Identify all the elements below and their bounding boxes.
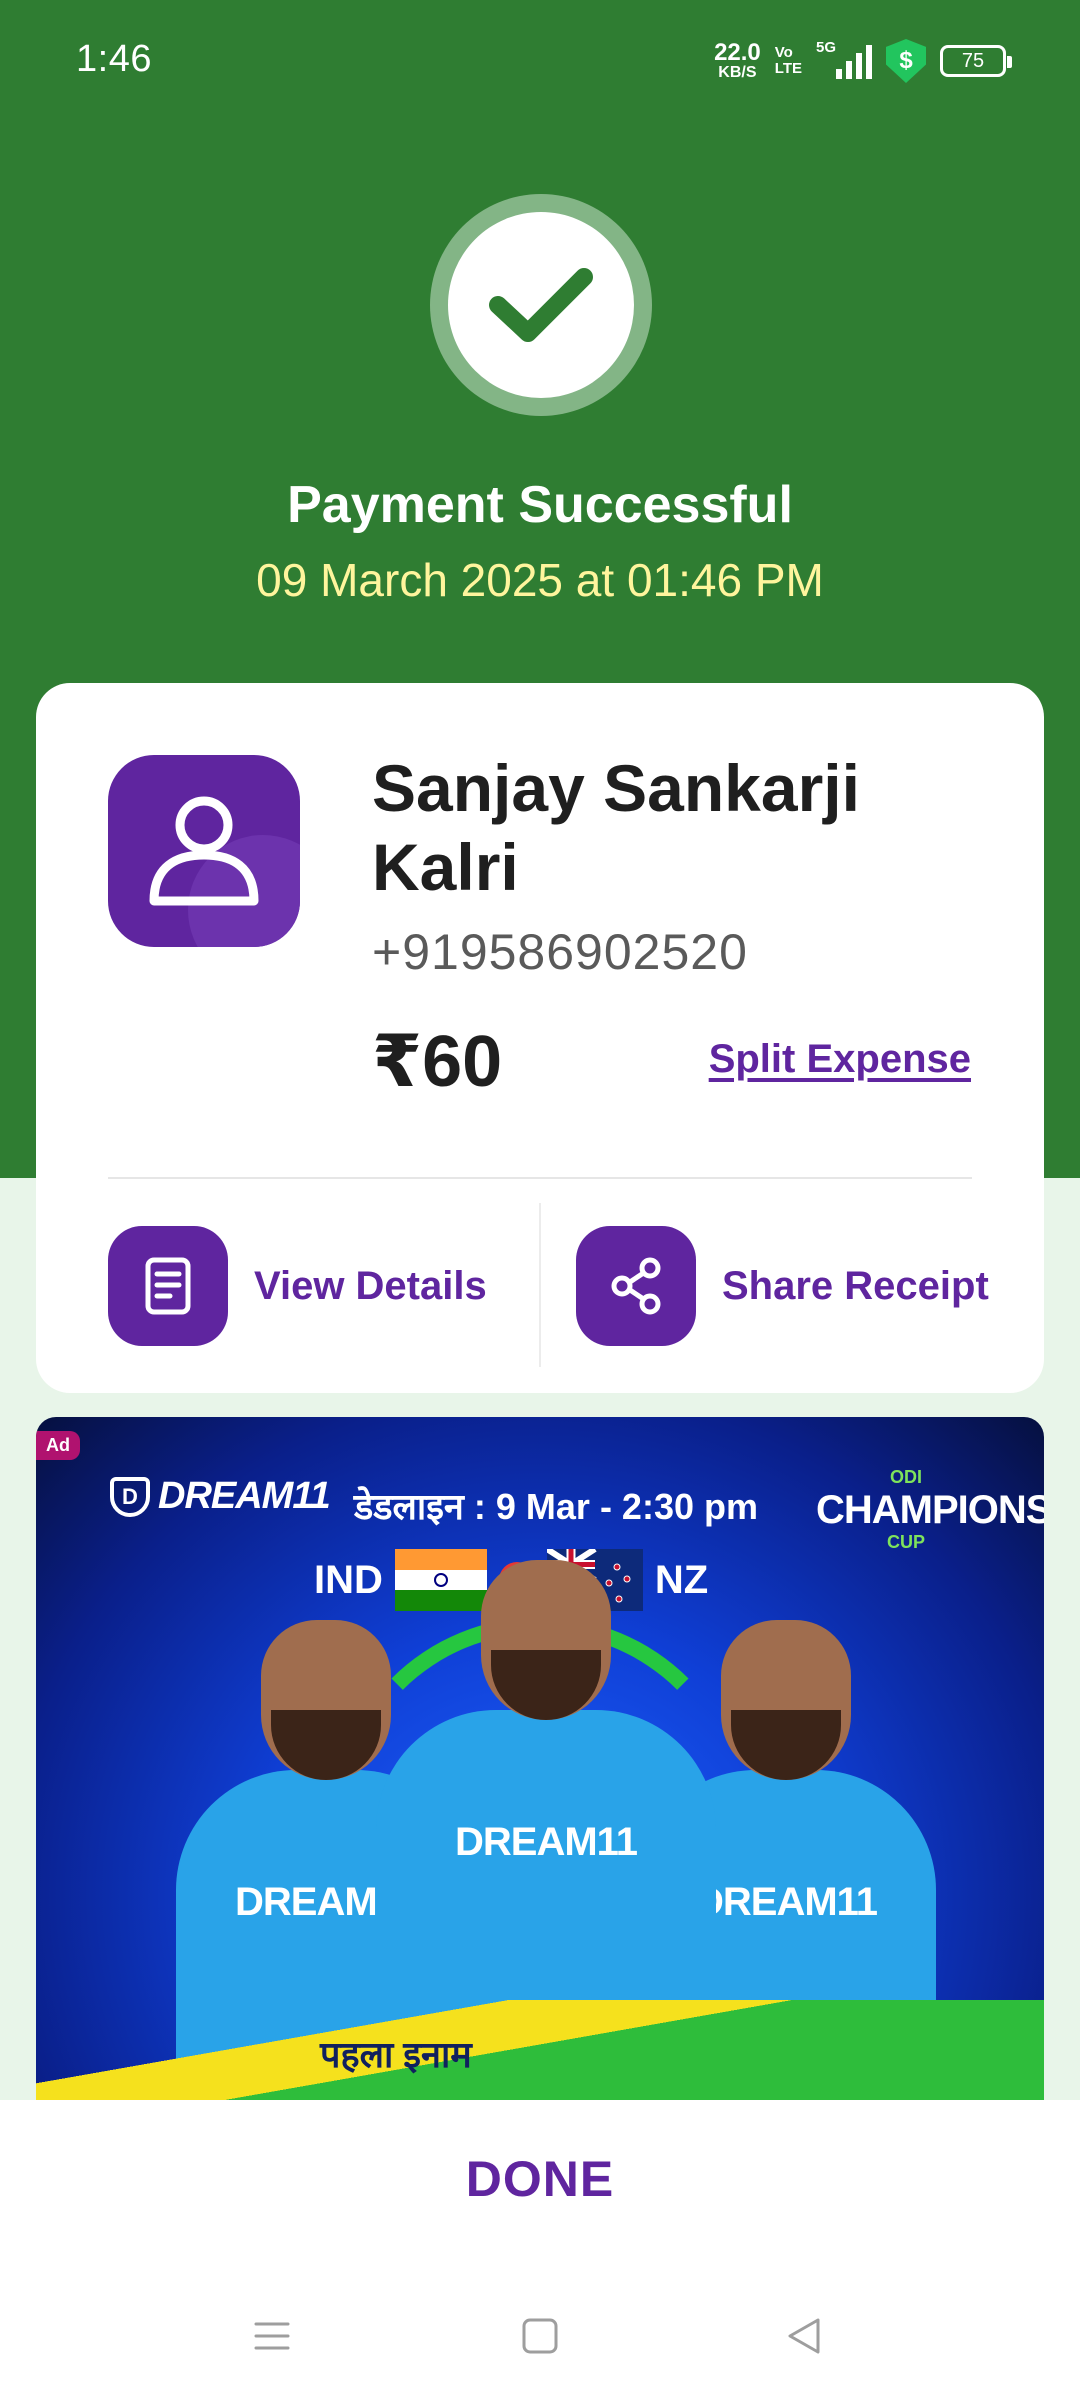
system-nav-bar bbox=[0, 2300, 1080, 2370]
recipient-name: Sanjay Sankarji Kalri bbox=[372, 751, 860, 904]
back-icon[interactable] bbox=[780, 2312, 828, 2360]
bottom-bar: DONE bbox=[0, 2100, 1080, 2400]
share-icon bbox=[611, 1257, 661, 1315]
ad-badge: Ad bbox=[36, 1431, 80, 1460]
payment-datetime: 09 March 2025 at 01:46 PM bbox=[256, 554, 824, 606]
payment-amount: ₹60 bbox=[372, 1022, 503, 1102]
status-time: 1:46 bbox=[76, 38, 152, 80]
share-receipt-button[interactable]: Share Receipt bbox=[576, 1226, 989, 1346]
india-flag-icon bbox=[394, 1549, 487, 1612]
check-icon bbox=[489, 268, 593, 342]
success-badge bbox=[430, 194, 652, 416]
user-icon bbox=[149, 796, 259, 906]
network-speed: 22.0 KB/S bbox=[714, 39, 761, 81]
share-receipt-label: Share Receipt bbox=[722, 1263, 989, 1308]
view-details-label: View Details bbox=[254, 1263, 487, 1308]
divider bbox=[108, 1177, 972, 1179]
battery-icon: 75 bbox=[940, 45, 1012, 77]
team-left: IND bbox=[314, 1557, 383, 1602]
split-expense-link[interactable]: Split Expense bbox=[709, 1037, 971, 1082]
home-icon[interactable] bbox=[516, 2312, 564, 2360]
ad-brand: D DREAM11 bbox=[110, 1475, 331, 1518]
payment-status-title: Payment Successful bbox=[287, 476, 793, 534]
payment-card: Sanjay Sankarji Kalri +919586902520 ₹60 … bbox=[36, 683, 1044, 1393]
ad-banner-text: पहला इनाम bbox=[320, 2034, 472, 2075]
document-icon bbox=[145, 1257, 191, 1315]
recipient-phone: +919586902520 bbox=[372, 924, 748, 980]
volte-icon: Vo LTE bbox=[774, 44, 802, 77]
menu-icon[interactable] bbox=[248, 2312, 296, 2360]
shield-icon: $ bbox=[886, 39, 926, 83]
done-button[interactable]: DONE bbox=[0, 2150, 1080, 2208]
avatar bbox=[108, 755, 300, 947]
status-icons: 22.0 KB/S Vo LTE 5G $ 75 bbox=[714, 36, 1012, 86]
ad-strip bbox=[36, 2000, 1044, 2100]
ad-deadline: डेडलाइन : 9 Mar - 2:30 pm bbox=[354, 1486, 758, 1527]
dream11-logo-icon: D bbox=[110, 1476, 150, 1517]
status-bar: 1:46 22.0 KB/S Vo LTE 5G $ 75 bbox=[0, 0, 1080, 125]
signal-icon: 5G bbox=[816, 39, 872, 79]
ad-cup-logo: ODI CHAMPIONS CUP bbox=[816, 1467, 1044, 1552]
view-details-button[interactable]: View Details bbox=[108, 1226, 487, 1346]
team-right: NZ bbox=[654, 1557, 709, 1602]
divider bbox=[539, 1203, 541, 1367]
ad-banner[interactable]: Ad D DREAM11 डेडलाइन : 9 Mar - 2:30 pm O… bbox=[36, 1417, 1044, 2100]
